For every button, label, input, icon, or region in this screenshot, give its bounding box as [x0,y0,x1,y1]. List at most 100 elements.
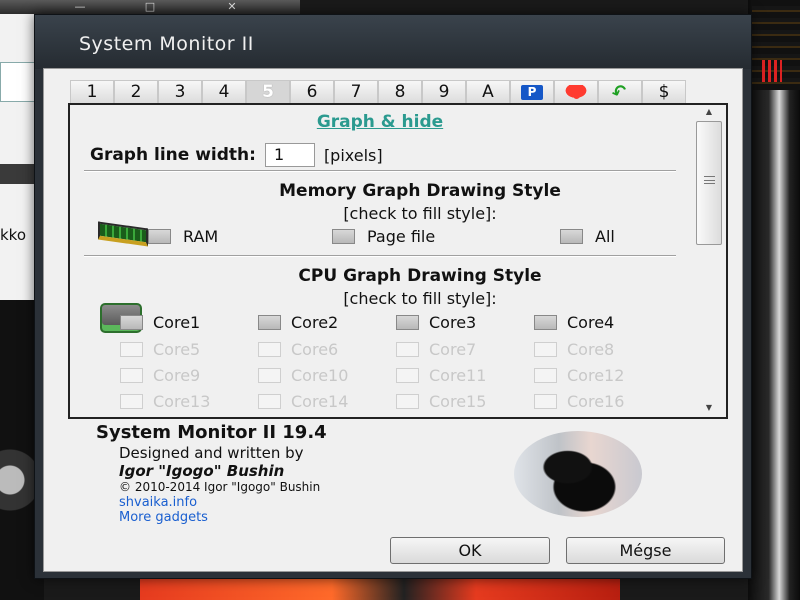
tab-8[interactable]: 8 [378,80,422,103]
tab-1[interactable]: 1 [70,80,114,103]
checkbox-label: Core15 [429,391,487,411]
checkbox-box [258,341,281,357]
about-author: Igor "Igogo" Bushin [119,462,285,480]
checkbox-box [534,393,557,409]
tab-2[interactable]: 2 [114,80,158,103]
checkbox-box[interactable] [332,228,355,244]
tab-undo[interactable]: ↶ [598,80,642,105]
lips-icon [564,85,588,99]
checkbox-box [258,393,281,409]
checkbox-label: Core13 [153,391,211,411]
dialog-client-area: 1 2 3 4 5 6 7 8 9 A P ↶ $ Graph & hide G [43,68,743,572]
checkbox-box[interactable] [258,314,281,330]
checkbox-label: Core3 [429,312,477,332]
tab-5[interactable]: 5 [246,80,290,103]
checkbox-label: Core7 [429,339,477,359]
checkbox-label: Core16 [567,391,625,411]
checkbox-box [534,341,557,357]
checkbox-box [120,393,143,409]
checkbox-box [120,367,143,383]
checkbox-box[interactable] [560,228,583,244]
checkbox-label: Page file [367,226,436,246]
scroll-down-icon[interactable]: ▼ [692,401,726,415]
checkbox-core10: Core10 [258,365,348,385]
dialog-titlebar[interactable]: System Monitor II [35,15,751,69]
undo-arrow-icon: ↶ [609,80,631,105]
desktop-wallpaper-right [748,0,800,600]
tab-6[interactable]: 6 [290,80,334,103]
checkbox-label: Core12 [567,365,625,385]
settings-panel: Graph & hide Graph line width: 1 [pixels… [68,103,728,419]
checkbox-box [120,341,143,357]
checkbox-box[interactable] [120,314,143,330]
line-width-input[interactable]: 1 [264,143,315,167]
checkbox-core11: Core11 [396,365,486,385]
checkbox-core12: Core12 [534,365,624,385]
checkbox-all[interactable]: All [560,226,615,246]
settings-dialog: System Monitor II 1 2 3 4 5 6 7 8 9 A P … [34,14,752,579]
checkbox-core3[interactable]: Core3 [396,312,476,332]
checkbox-box[interactable] [148,228,171,244]
line-width-unit: [pixels] [323,145,383,165]
dialog-title: System Monitor II [79,33,254,55]
checkbox-core14: Core14 [258,391,348,411]
about-link-more[interactable]: More gadgets [119,510,208,525]
checkbox-label: Core5 [153,339,201,359]
tab-p[interactable]: P [510,80,554,103]
scroll-thumb[interactable] [696,121,722,245]
checkbox-box[interactable] [534,314,557,330]
checkbox-core1[interactable]: Core1 [120,312,200,332]
checkbox-label: Core1 [153,312,201,332]
checkbox-ram[interactable]: RAM [148,226,218,246]
avatar [514,431,642,517]
checkbox-box [396,341,419,357]
checkbox-label: Core11 [429,365,487,385]
checkbox-core5: Core5 [120,339,200,359]
scroll-up-icon[interactable]: ▲ [692,105,726,119]
about-copyright: © 2010-2014 Igor "Igogo" Bushin [119,480,321,494]
tab-lips[interactable] [554,80,598,103]
about-link-site[interactable]: shvaika.info [119,495,197,510]
checkbox-label: Core10 [291,365,349,385]
cancel-button[interactable]: Mégse [566,537,725,564]
checkbox-box[interactable] [396,314,419,330]
tab-7[interactable]: 7 [334,80,378,103]
checkbox-box [258,367,281,383]
checkbox-page-file[interactable]: Page file [332,226,435,246]
cpu-section-title: CPU Graph Drawing Style [298,266,542,286]
line-width-label: Graph line width: [90,145,256,165]
tab-4[interactable]: 4 [202,80,246,103]
vertical-scrollbar[interactable]: ▲ ▼ [692,105,726,417]
checkbox-core4[interactable]: Core4 [534,312,614,332]
checkbox-label: Core8 [567,339,615,359]
tab-a[interactable]: A [466,80,510,103]
checkbox-box [396,393,419,409]
checkbox-box [534,367,557,383]
checkbox-core2[interactable]: Core2 [258,312,338,332]
checkbox-box [396,367,419,383]
checkbox-label: Core2 [291,312,339,332]
tab-9[interactable]: 9 [422,80,466,103]
background-window-titlebar: — □ ✕ [0,0,300,14]
checkbox-core9: Core9 [120,365,200,385]
about-title: System Monitor II 19.4 [96,422,327,443]
checkbox-core15: Core15 [396,391,486,411]
maximize-icon[interactable]: □ [130,0,170,14]
checkbox-core8: Core8 [534,339,614,359]
checkbox-core6: Core6 [258,339,338,359]
about-designed: Designed and written by [119,444,304,462]
divider [84,170,676,172]
tab-strip: 1 2 3 4 5 6 7 8 9 A P ↶ $ [70,80,686,105]
ok-button[interactable]: OK [390,537,550,564]
tab-3[interactable]: 3 [158,80,202,103]
close-icon[interactable]: ✕ [212,0,252,14]
checkbox-label: Core6 [291,339,339,359]
line-width-row: Graph line width: 1 [pixels] [90,143,383,167]
graph-hide-link[interactable]: Graph & hide [70,112,690,132]
checkbox-label: Core14 [291,391,349,411]
minimize-icon[interactable]: — [60,0,100,14]
divider [84,255,676,257]
memory-section-title: Memory Graph Drawing Style [279,181,561,201]
background-text: kko [0,226,27,244]
tab-dollar[interactable]: $ [642,80,686,103]
